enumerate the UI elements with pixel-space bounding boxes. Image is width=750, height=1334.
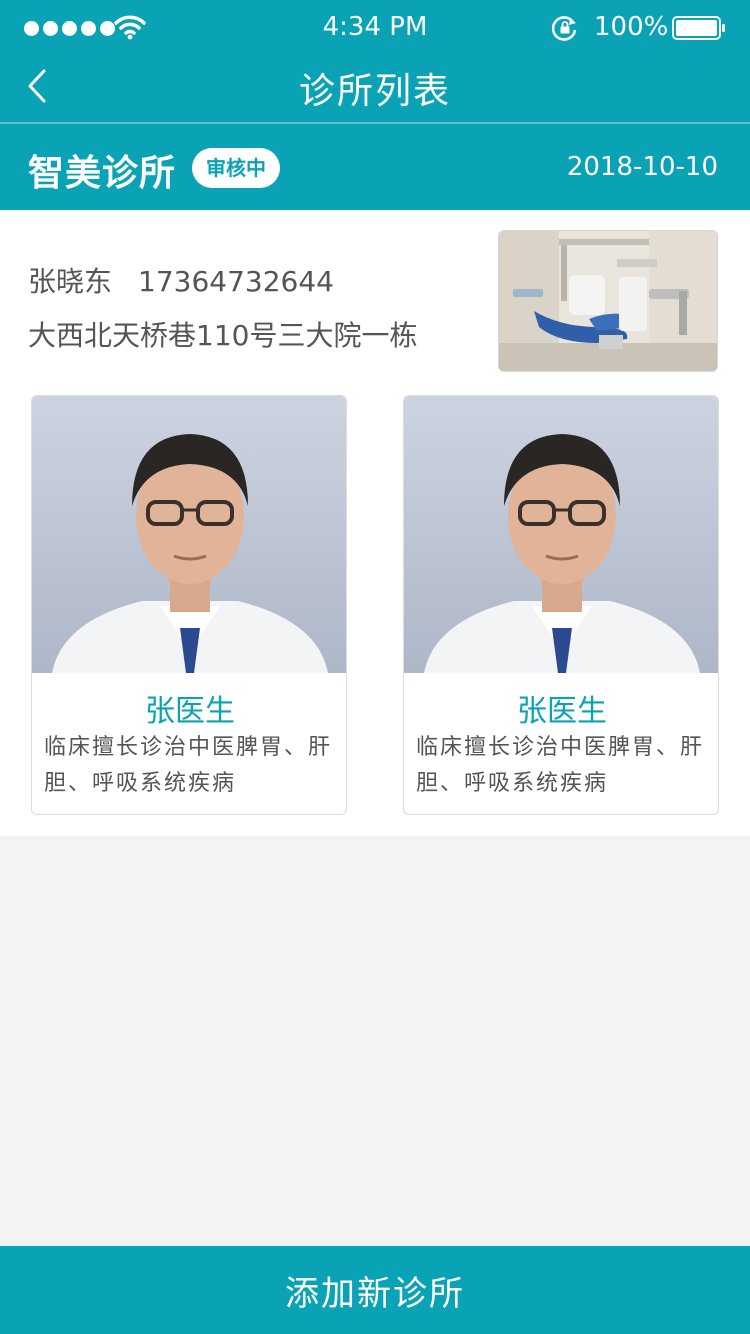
clinic-address: 大西北天桥巷110号三大院一栋	[28, 319, 418, 352]
clinic-date: 2018-10-10	[566, 152, 718, 182]
battery-percent: 100%	[594, 12, 669, 42]
doctor-name: 张医生	[145, 694, 235, 729]
doctor-card[interactable]: 张医生 临床擅长诊治中医脾胃、肝胆、呼吸系统疾病	[31, 395, 347, 815]
contact-phone[interactable]: 17364732644	[138, 265, 334, 298]
contact-line: 张晓东 17364732644	[28, 260, 334, 300]
orientation-lock-icon	[552, 16, 577, 41]
doctor-card[interactable]: 张医生 临床擅长诊治中医脾胃、肝胆、呼吸系统疾病	[403, 395, 719, 815]
contact-name: 张晓东	[28, 265, 113, 298]
doctor-description: 临床擅长诊治中医脾胃、肝胆、呼吸系统疾病	[416, 735, 705, 796]
clinic-name: 智美诊所	[28, 153, 177, 194]
status-badge: 审核中	[192, 148, 280, 188]
page-title: 诊所列表	[298, 71, 451, 112]
doctor-photo	[32, 396, 346, 673]
add-clinic-button[interactable]: 添加新诊所	[0, 1246, 750, 1334]
clinic-photo[interactable]	[498, 230, 718, 372]
clinic-info-panel: 张晓东 17364732644 大西北天桥巷110号三大院一栋 张医生 临床擅长…	[0, 210, 750, 836]
status-bar: 4:34 PM 100%	[0, 0, 750, 56]
header: 4:34 PM 100% 诊所列表	[0, 0, 750, 124]
clinic-header[interactable]: 智美诊所 审核中 2018-10-10	[0, 124, 750, 210]
doctor-description: 临床擅长诊治中医脾胃、肝胆、呼吸系统疾病	[44, 735, 333, 796]
doctor-photo	[404, 396, 718, 673]
battery-icon	[672, 16, 725, 40]
nav-bar: 诊所列表	[0, 56, 750, 124]
doctor-name: 张医生	[517, 694, 607, 729]
